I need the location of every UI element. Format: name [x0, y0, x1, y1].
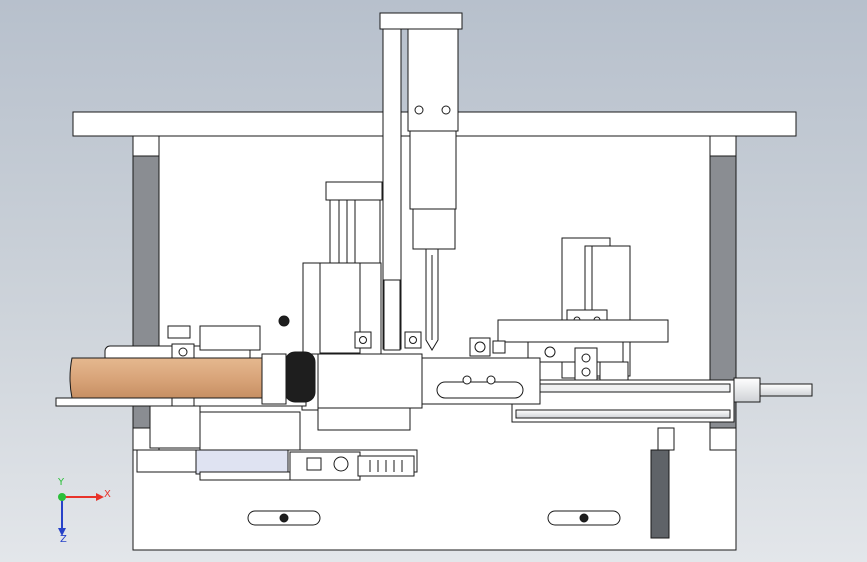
triad-y-label: Y — [57, 477, 65, 488]
triad-x-label: X — [104, 489, 111, 500]
horizontal-cylinder — [511, 377, 813, 423]
right-lower-post — [650, 449, 670, 539]
triad-z-label: Z — [60, 534, 67, 545]
triad-x-arrow — [96, 493, 104, 501]
knob — [278, 315, 290, 327]
coordinate-triad: X Y Z — [57, 477, 111, 545]
cad-viewport[interactable]: X Y Z — [0, 0, 867, 562]
machine-assembly-drawing: X Y Z — [55, 12, 813, 551]
triad-origin — [58, 493, 66, 501]
